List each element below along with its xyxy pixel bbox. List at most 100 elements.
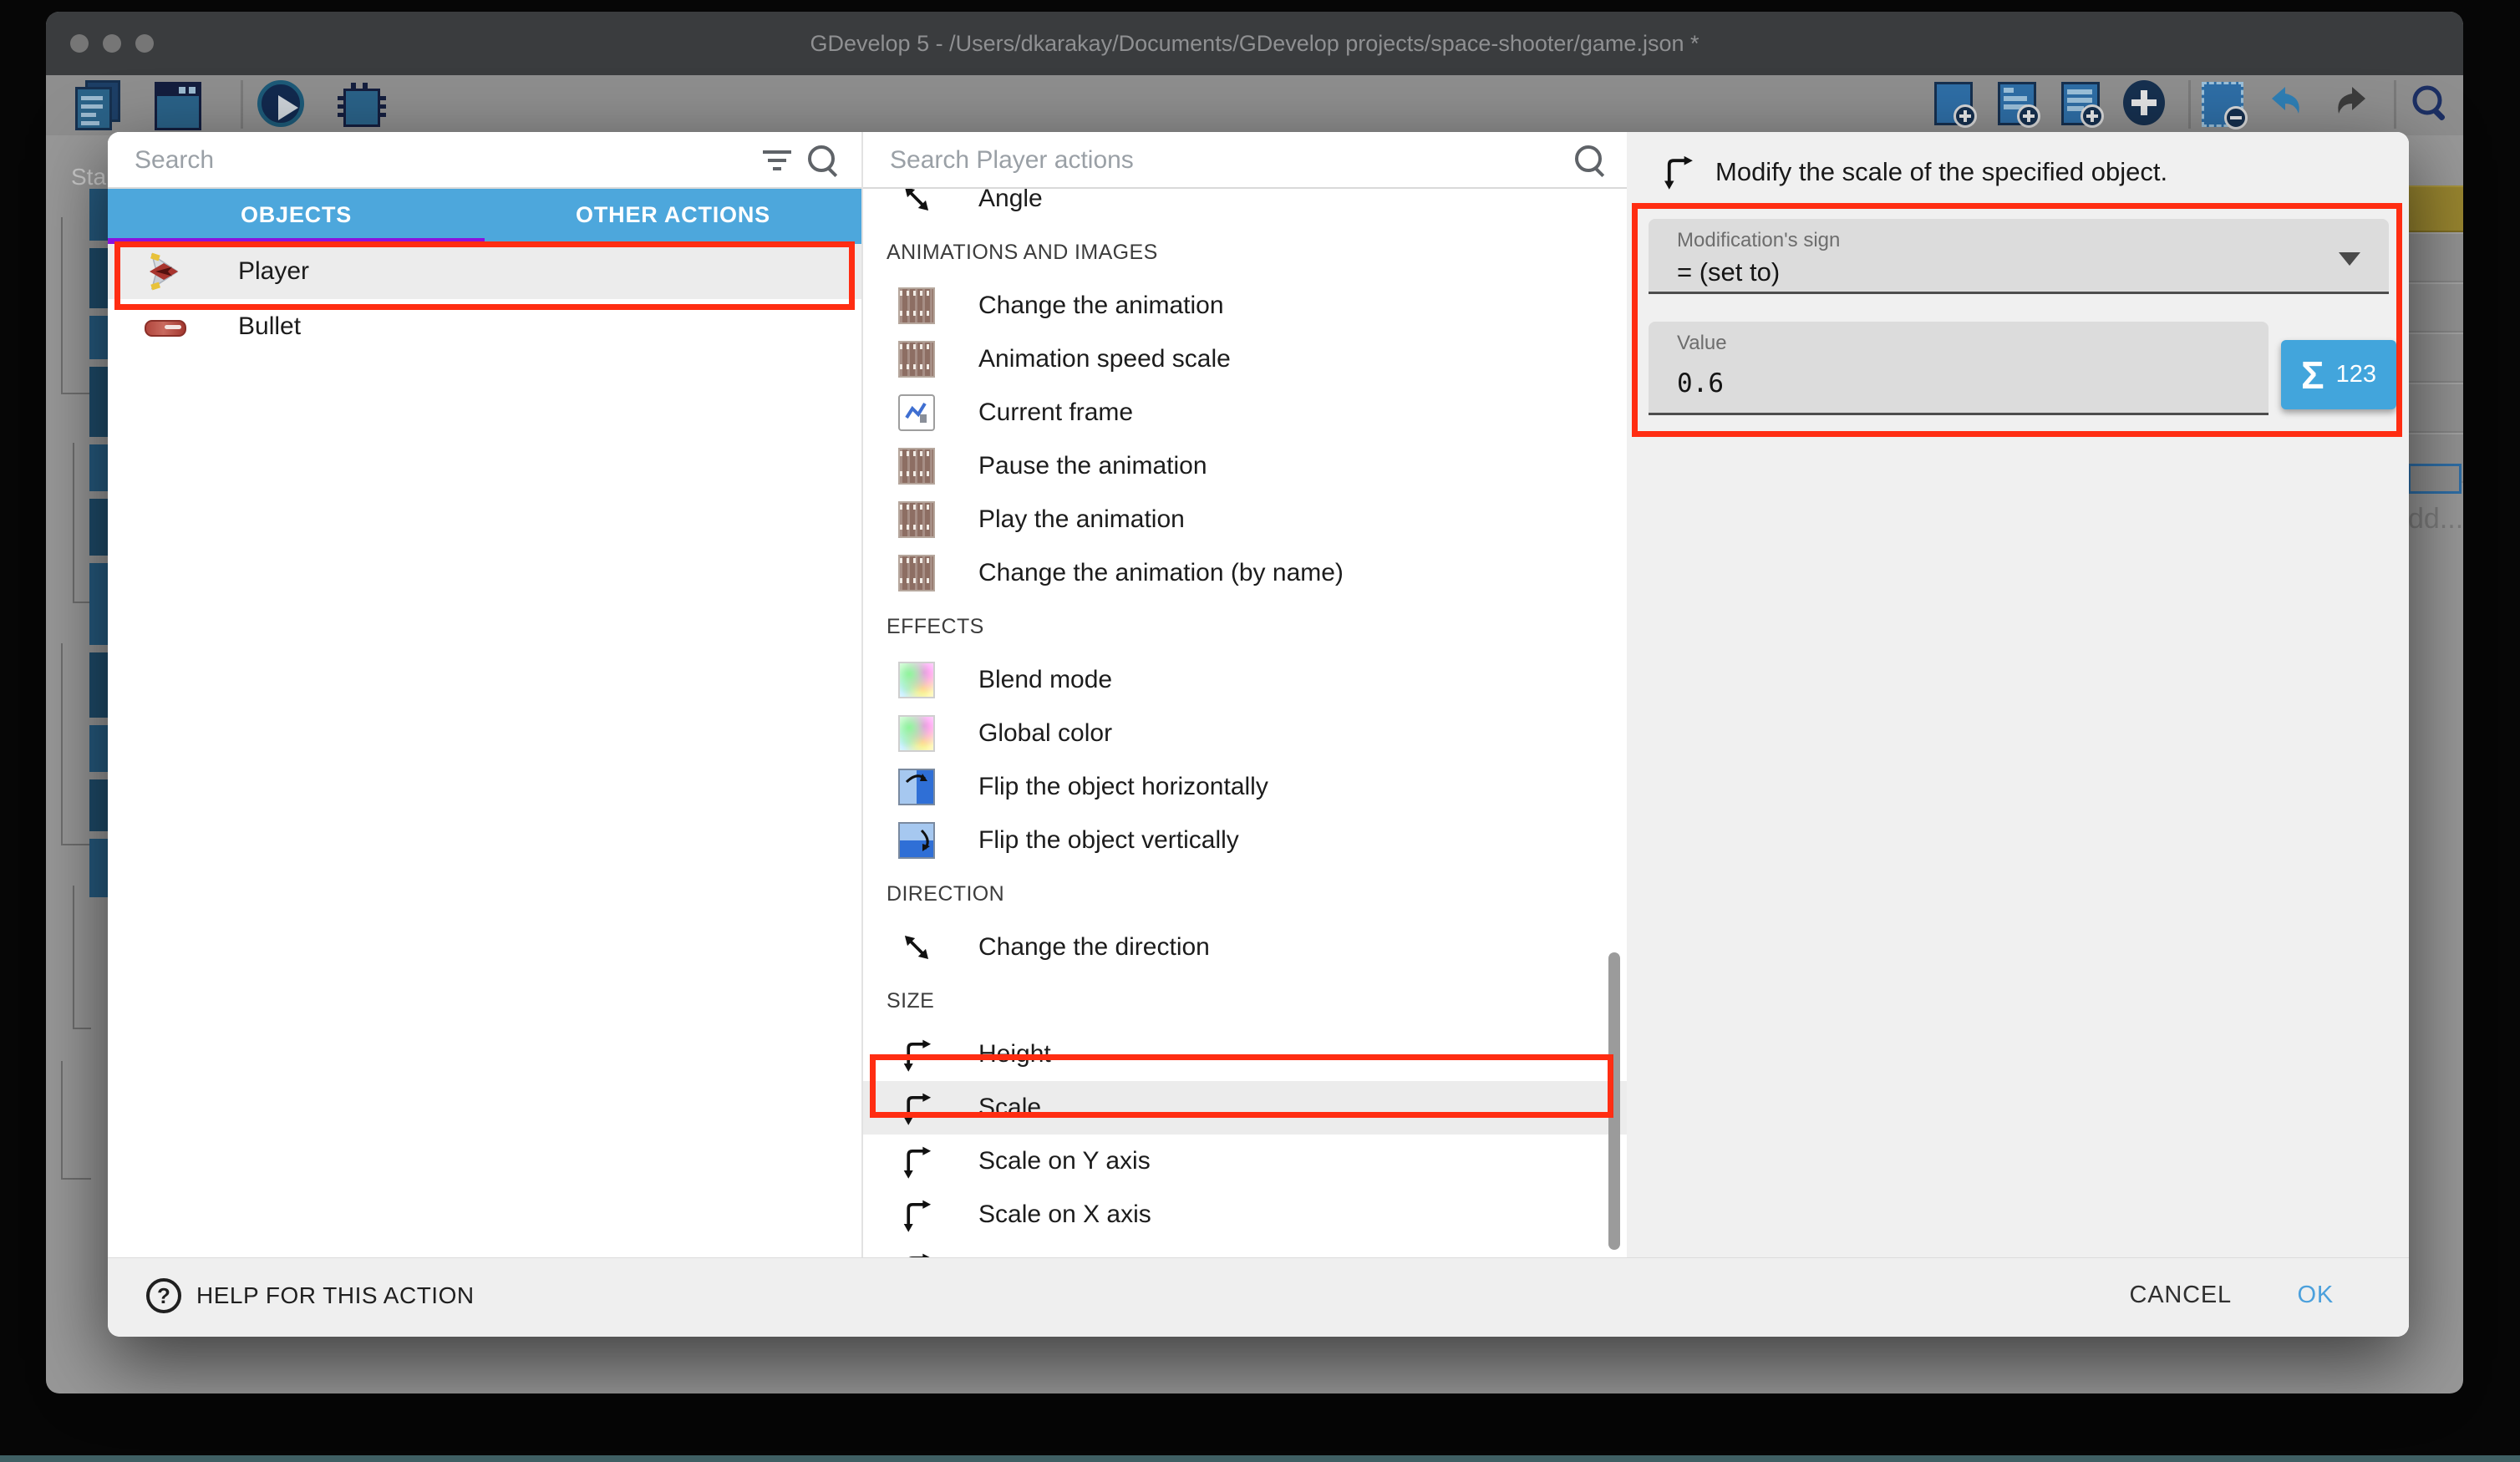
- events-sheet-blocks: [89, 189, 109, 905]
- events-sheet-right-sliver: dd...: [2408, 134, 2463, 1136]
- section-header-animations-and-images: ANIMATIONS AND IMAGES: [863, 226, 1628, 279]
- action-label: Animation speed scale: [978, 345, 1231, 373]
- toolbar-divider: [2188, 80, 2191, 129]
- action-row-flip-the-object-vertically[interactable]: Flip the object vertically: [863, 814, 1628, 867]
- action-row-change-the-animation[interactable]: Change the animation: [863, 279, 1628, 333]
- scrollbar-thumb[interactable]: [1608, 952, 1620, 1250]
- modification-sign-select[interactable]: Modification's sign = (set to): [1649, 219, 2389, 294]
- event-block-sliver: [89, 725, 109, 772]
- add-event-button-sliver: [2408, 464, 2462, 494]
- instruction-editor-dialog: OBJECTSOTHER ACTIONS Player Bullet Angle A…: [108, 132, 2409, 1337]
- scene-editor-icon[interactable]: [155, 80, 201, 129]
- objects-tabbar: OBJECTSOTHER ACTIONS: [108, 189, 861, 244]
- help-icon: ?: [146, 1278, 181, 1313]
- section-label: SIZE: [887, 989, 934, 1013]
- action-label: Current frame: [978, 398, 1133, 427]
- expression-button-label: 123: [2336, 361, 2376, 388]
- action-label: Change the animation (by name): [978, 559, 1344, 587]
- event-row-sliver: [2408, 282, 2463, 333]
- diag-arrow-icon: [898, 929, 935, 966]
- objects-search-input[interactable]: [133, 139, 761, 182]
- value-field-label: Value: [1677, 332, 1727, 355]
- object-row-bullet[interactable]: Bullet: [108, 299, 861, 354]
- action-row-scale-on-x-axis[interactable]: Scale on X axis: [863, 1188, 1628, 1241]
- filter-icon[interactable]: [763, 145, 796, 179]
- action-row-scale-on-y-axis[interactable]: Scale on Y axis: [863, 1135, 1628, 1188]
- action-label: Play the animation: [978, 505, 1185, 534]
- section-label: ANIMATIONS AND IMAGES: [887, 241, 1158, 265]
- actions-search-input[interactable]: [888, 139, 1528, 182]
- project-manager-icon[interactable]: [75, 80, 122, 129]
- add-subevent-icon[interactable]: [1996, 80, 2043, 129]
- event-block-sliver: [89, 499, 109, 556]
- tab-objects[interactable]: OBJECTS: [108, 189, 485, 244]
- scene-tab-partial-label: Sta: [71, 164, 106, 190]
- action-row-current-frame[interactable]: Current frame: [863, 386, 1628, 439]
- film-icon: [898, 341, 935, 378]
- search-icon[interactable]: [2407, 80, 2454, 129]
- toolbar-divider: [241, 80, 243, 129]
- event-row-sliver: [2408, 383, 2463, 433]
- tab-other-actions[interactable]: OTHER ACTIONS: [485, 189, 861, 244]
- action-row-change-the-direction[interactable]: Change the direction: [863, 921, 1628, 974]
- window-title: GDevelop 5 - /Users/dkarakay/Documents/G…: [46, 12, 2463, 75]
- section-label: DIRECTION: [887, 882, 1004, 906]
- add-event-icon[interactable]: [1933, 80, 1979, 129]
- desktop-edge: [0, 1455, 2520, 1462]
- action-description: Modify the scale of the specified object…: [1715, 157, 2167, 187]
- redo-icon[interactable]: [2329, 80, 2375, 129]
- action-row-angle[interactable]: Angle: [863, 189, 1628, 226]
- ok-button[interactable]: OK: [2298, 1282, 2335, 1309]
- active-tab-indicator: [108, 238, 485, 244]
- dialog-footer: ? HELP FOR THIS ACTION CANCEL OK: [108, 1257, 2409, 1337]
- action-label: Flip the object horizontally: [978, 773, 1268, 801]
- film-icon: [898, 555, 935, 591]
- action-label: Height: [978, 1040, 1051, 1069]
- action-row-width[interactable]: Width: [863, 1241, 1628, 1258]
- value-field[interactable]: Value 0.6: [1649, 322, 2269, 415]
- help-button[interactable]: ? HELP FOR THIS ACTION: [146, 1278, 475, 1313]
- expression-editor-button[interactable]: Σ 123: [2281, 340, 2396, 409]
- add-comment-icon[interactable]: [2060, 80, 2106, 129]
- action-label: Angle: [978, 189, 1043, 213]
- objects-panel: OBJECTSOTHER ACTIONS Player Bullet: [108, 132, 861, 1258]
- play-icon[interactable]: [257, 80, 304, 129]
- toolbar: [46, 75, 2463, 135]
- titlebar: GDevelop 5 - /Users/dkarakay/Documents/G…: [46, 12, 2463, 75]
- section-header-size: SIZE: [863, 974, 1628, 1028]
- action-row-height[interactable]: Height: [863, 1028, 1628, 1081]
- action-row-scale[interactable]: Scale: [863, 1081, 1628, 1135]
- action-row-play-the-animation[interactable]: Play the animation: [863, 493, 1628, 546]
- debug-icon[interactable]: [337, 80, 384, 129]
- undo-icon[interactable]: [2265, 80, 2312, 129]
- search-icon[interactable]: [806, 144, 840, 177]
- object-label: Bullet: [238, 312, 301, 341]
- action-row-global-color[interactable]: Global color: [863, 707, 1628, 760]
- flip-v-icon: [898, 822, 935, 859]
- frame-icon: [898, 394, 935, 431]
- action-row-change-the-animation-by-name-[interactable]: Change the animation (by name): [863, 546, 1628, 600]
- action-label: Scale: [978, 1094, 1041, 1122]
- action-label: Flip the object vertically: [978, 826, 1239, 855]
- section-header-effects: EFFECTS: [863, 600, 1628, 653]
- event-tree-line: [73, 443, 91, 603]
- film-icon: [898, 448, 935, 485]
- search-icon[interactable]: [1573, 144, 1607, 177]
- film-icon: [898, 501, 935, 538]
- player-ship-icon: [145, 251, 185, 292]
- action-label: Pause the animation: [978, 452, 1207, 480]
- corner-arrow-icon: [898, 1036, 935, 1073]
- add-circle-icon[interactable]: [2123, 80, 2170, 129]
- action-row-animation-speed-scale[interactable]: Animation speed scale: [863, 333, 1628, 386]
- color-icon: [898, 662, 935, 698]
- object-row-player[interactable]: Player: [108, 244, 861, 299]
- event-block-sliver: [89, 248, 109, 308]
- select-events-icon[interactable]: [2202, 80, 2248, 129]
- event-block-sliver: [89, 779, 109, 831]
- action-row-pause-the-animation[interactable]: Pause the animation: [863, 439, 1628, 493]
- action-row-flip-the-object-horizontally[interactable]: Flip the object horizontally: [863, 760, 1628, 814]
- action-label: Change the direction: [978, 933, 1210, 962]
- action-row-blend-mode[interactable]: Blend mode: [863, 653, 1628, 707]
- film-icon: [898, 287, 935, 324]
- cancel-button[interactable]: CANCEL: [2130, 1282, 2232, 1309]
